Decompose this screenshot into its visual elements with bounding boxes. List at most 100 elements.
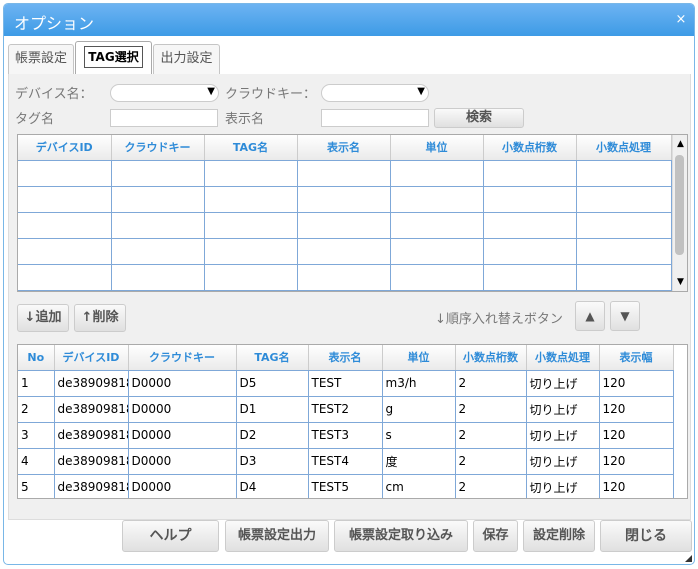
column-header[interactable]: 小数点処理 [576, 135, 672, 161]
delete-button[interactable]: ↑削除 [74, 304, 126, 332]
table-cell: 120 [599, 448, 674, 475]
table-cell: TEST2 [308, 396, 383, 423]
column-header[interactable]: TAG名 [204, 135, 298, 161]
column-header[interactable]: クラウドキー [128, 345, 237, 371]
device-name-label: デバイス名： [15, 87, 93, 102]
column-header[interactable]: 表示名 [297, 135, 391, 161]
table-row[interactable] [18, 238, 672, 265]
add-button[interactable]: ↓追加 [17, 304, 69, 332]
table-cell: 1 [18, 370, 55, 397]
table-cell: D5 [236, 370, 309, 397]
column-header[interactable]: クラウドキー [111, 135, 205, 161]
column-header[interactable]: デバイスID [18, 135, 112, 161]
table-cell: 5 [18, 474, 55, 498]
table-cell: 切り上げ [526, 474, 600, 498]
cloud-key-select[interactable]: ▼ [321, 84, 429, 102]
tab-report-settings[interactable]: 帳票設定 [8, 44, 74, 74]
table-cell: de38909818 [54, 396, 129, 423]
search-grid-header: デバイスID クラウドキー TAG名 表示名 単位 小数点桁数 小数点処理 [18, 135, 672, 161]
chevron-down-icon: ▼ [207, 86, 215, 97]
table-cell: g [382, 396, 456, 423]
table-cell: 切り上げ [526, 370, 600, 397]
table-cell: 2 [18, 396, 55, 423]
tag-name-label: タグ名 [15, 112, 55, 127]
import-settings-button[interactable]: 帳票設定取り込み [334, 520, 468, 552]
display-name-input[interactable] [321, 109, 429, 127]
display-name-label: 表示名 [225, 112, 265, 127]
table-cell: 4 [18, 448, 55, 475]
selected-tags-grid: No デバイスID クラウドキー TAG名 表示名 単位 小数点桁数 小数点処理… [17, 344, 688, 499]
table-cell: 度 [382, 448, 456, 475]
selected-grid-header: No デバイスID クラウドキー TAG名 表示名 単位 小数点桁数 小数点処理… [18, 345, 674, 371]
scroll-down-icon[interactable]: ▼ [674, 275, 687, 289]
search-button[interactable]: 検索 [434, 108, 524, 128]
table-row[interactable]: 2 de38909818 D0000 D1 TEST2 g 2 切り上げ 120 [18, 396, 674, 423]
scrollbar-thumb[interactable] [675, 155, 684, 255]
table-row[interactable]: 5 de38909818 D0000 D4 TEST5 cm 2 切り上げ 120 [18, 474, 674, 498]
table-row[interactable] [18, 212, 672, 239]
tab-label: 出力設定 [160, 51, 213, 66]
export-settings-button[interactable]: 帳票設定出力 [225, 520, 329, 552]
column-header[interactable]: 単位 [382, 345, 456, 371]
column-header[interactable]: No [18, 345, 55, 371]
table-cell: m3/h [382, 370, 456, 397]
table-cell: 120 [599, 422, 674, 449]
column-header[interactable]: 単位 [390, 135, 484, 161]
column-header[interactable]: 小数点処理 [526, 345, 600, 371]
close-button[interactable]: 閉じる [600, 520, 692, 552]
table-cell: D2 [236, 422, 309, 449]
column-header[interactable]: 表示名 [308, 345, 383, 371]
cloud-key-label: クラウドキー： [225, 87, 317, 102]
tab-label: TAG選択 [84, 46, 143, 68]
close-icon[interactable]: × [674, 13, 688, 27]
vertical-scrollbar[interactable]: ▲ ▼ [672, 135, 687, 291]
table-row[interactable]: 3 de38909818 D0000 D2 TEST3 s 2 切り上げ 120 [18, 422, 674, 449]
tab-tag-select[interactable]: TAG選択 [75, 41, 152, 74]
search-results-grid: デバイスID クラウドキー TAG名 表示名 単位 小数点桁数 小数点処理 ▲ … [17, 134, 688, 292]
help-button[interactable]: ヘルプ [122, 520, 219, 552]
resize-handle-icon[interactable] [685, 555, 692, 562]
tab-label: 帳票設定 [14, 51, 67, 66]
delete-settings-button[interactable]: 設定削除 [523, 520, 595, 552]
table-cell: D4 [236, 474, 309, 498]
table-row[interactable]: 4 de38909818 D0000 D3 TEST4 度 2 切り上げ 120 [18, 448, 674, 475]
tab-output-settings[interactable]: 出力設定 [153, 44, 220, 74]
column-header[interactable]: 表示幅 [599, 345, 674, 371]
table-cell: D0000 [128, 448, 237, 475]
column-header[interactable]: TAG名 [236, 345, 309, 371]
table-cell: 120 [599, 474, 674, 498]
table-cell: 2 [455, 370, 527, 397]
move-down-button[interactable]: ▼ [610, 301, 640, 331]
tag-name-input[interactable] [110, 109, 218, 127]
tag-select-panel: デバイス名： ▼ クラウドキー： ▼ タグ名 表示名 検索 デバイスID クラウ… [8, 74, 691, 520]
table-cell: 120 [599, 370, 674, 397]
table-cell: 2 [455, 422, 527, 449]
column-header[interactable]: デバイスID [54, 345, 129, 371]
table-cell: 切り上げ [526, 448, 600, 475]
column-header[interactable]: 小数点桁数 [483, 135, 577, 161]
move-up-button[interactable]: ▲ [575, 301, 605, 331]
table-cell: 2 [455, 396, 527, 423]
table-row[interactable] [18, 264, 672, 291]
table-cell: 2 [455, 448, 527, 475]
table-cell: D0000 [128, 474, 237, 498]
table-row[interactable] [18, 186, 672, 213]
table-cell: TEST [308, 370, 383, 397]
table-cell: D1 [236, 396, 309, 423]
table-row[interactable] [18, 160, 672, 187]
save-button[interactable]: 保存 [473, 520, 518, 552]
table-cell: D0000 [128, 396, 237, 423]
table-cell: 切り上げ [526, 396, 600, 423]
chevron-down-icon: ▼ [417, 86, 425, 97]
table-cell: TEST3 [308, 422, 383, 449]
table-cell: 3 [18, 422, 55, 449]
scroll-up-icon[interactable]: ▲ [674, 137, 687, 151]
table-row[interactable]: 1 de38909818 D0000 D5 TEST m3/h 2 切り上げ 120 [18, 370, 674, 397]
column-header[interactable]: 小数点桁数 [455, 345, 527, 371]
title-bar[interactable]: オプション × [4, 4, 694, 36]
table-cell: de38909818 [54, 370, 129, 397]
table-cell: de38909818 [54, 422, 129, 449]
device-name-select[interactable]: ▼ [110, 84, 219, 102]
table-cell: TEST5 [308, 474, 383, 498]
table-cell: de38909818 [54, 474, 129, 498]
